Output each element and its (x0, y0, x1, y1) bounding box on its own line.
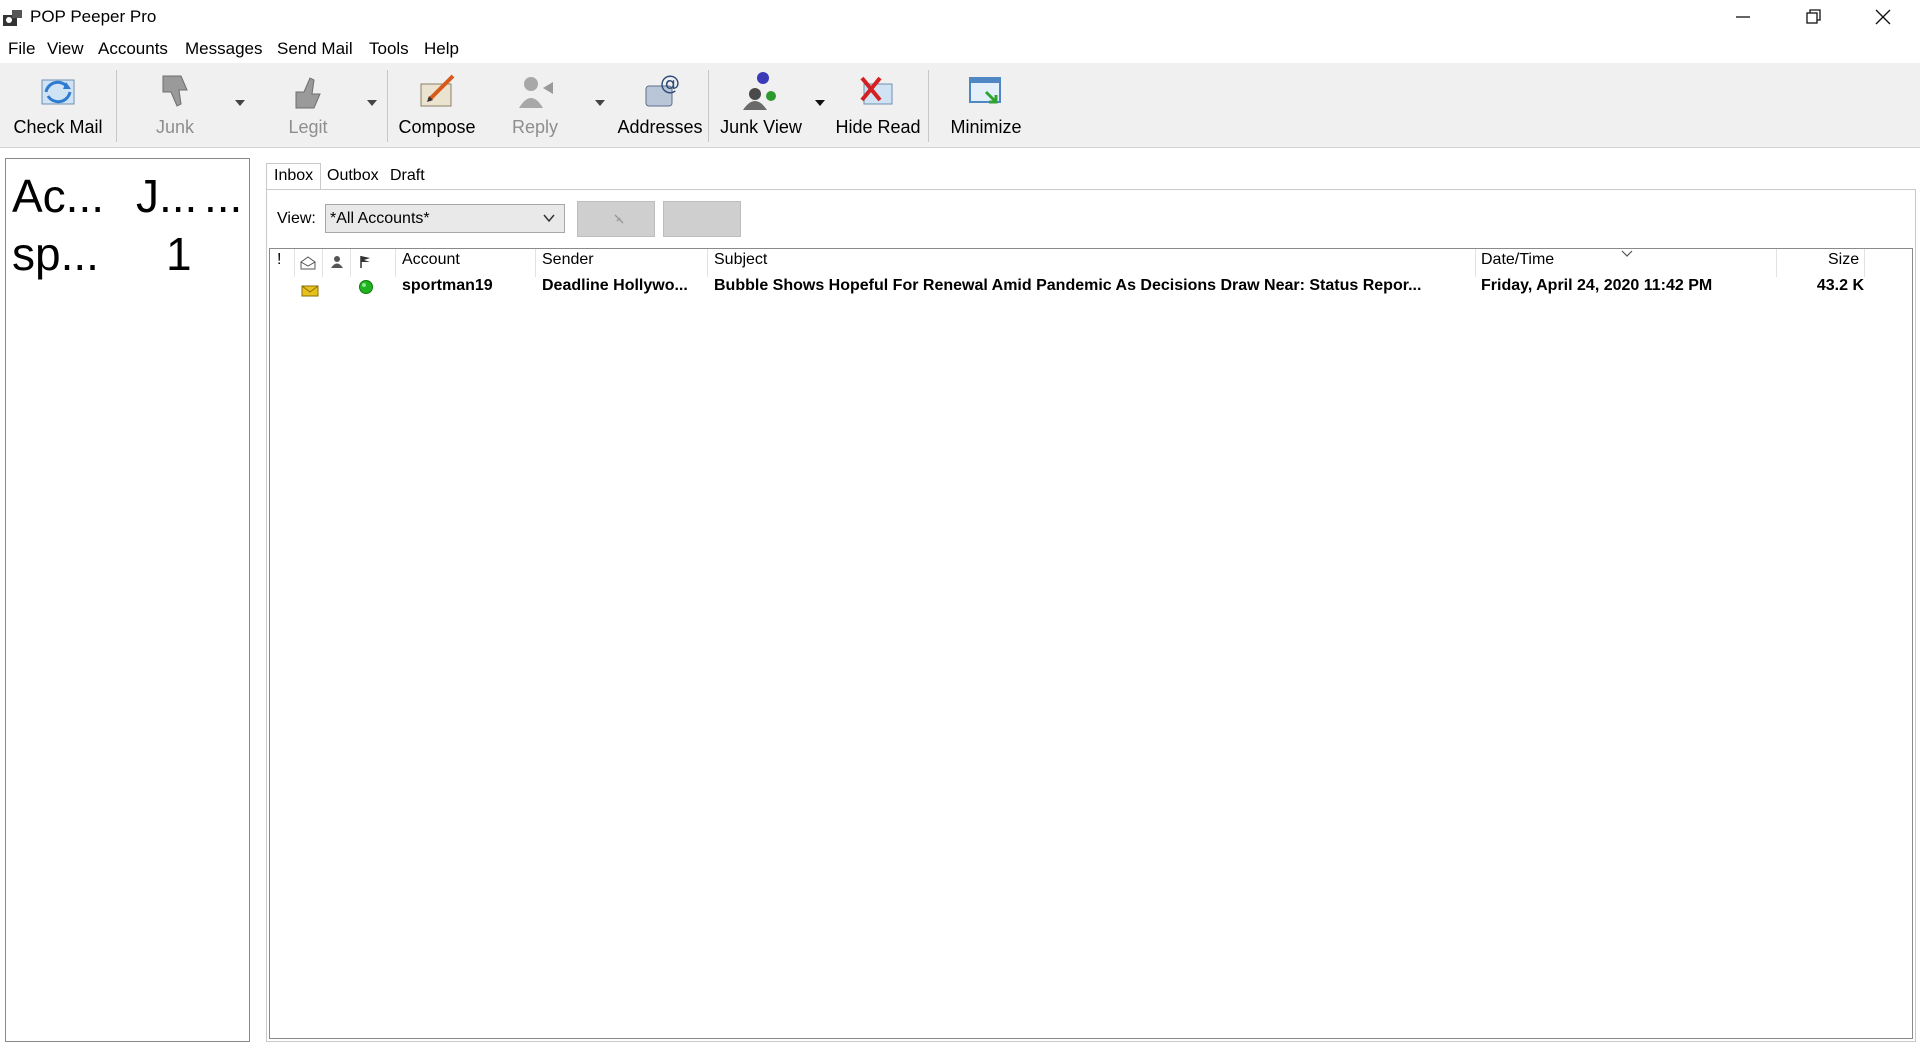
read-status-column-icon[interactable] (300, 256, 316, 270)
sort-descending-icon (1621, 250, 1633, 257)
menu-file[interactable]: File (8, 39, 35, 59)
toolbar-separator (387, 70, 388, 142)
menu-view[interactable]: View (47, 39, 84, 59)
view-account-select[interactable]: *All Accounts* (325, 204, 565, 233)
account-row-name[interactable]: sp... (12, 231, 99, 277)
window-title: POP Peeper Pro (30, 7, 157, 26)
column-divider (395, 249, 396, 277)
check-mail-label: Check Mail (13, 117, 103, 137)
hide-read-button[interactable]: Hide Read (834, 70, 922, 142)
column-divider (707, 249, 708, 277)
column-divider (1776, 249, 1777, 277)
sender-column-header[interactable]: Sender (542, 251, 594, 275)
column-divider (1864, 249, 1865, 277)
menu-bar: File View Accounts Messages Send Mail To… (0, 35, 1920, 63)
tab-inbox[interactable]: Inbox (266, 163, 322, 190)
column-divider (1475, 249, 1476, 277)
status-dot-icon (359, 280, 373, 294)
filter-button[interactable] (577, 201, 655, 237)
hide-read-icon (860, 76, 893, 105)
compose-label: Compose (398, 117, 476, 137)
restore-window-button[interactable] (1778, 0, 1848, 34)
reply-dropdown-arrow-icon[interactable] (593, 98, 607, 108)
check-mail-button[interactable]: Check Mail (10, 70, 106, 142)
legit-label: Legit (288, 117, 328, 137)
menu-messages[interactable]: Messages (185, 39, 262, 59)
column-divider (350, 249, 351, 277)
row-datetime: Friday, April 24, 2020 11:42 PM (1481, 277, 1713, 294)
accounts-pane: Ac... J... ... sp... 1 (5, 158, 250, 1042)
junk-view-icon (743, 72, 776, 110)
restore-icon (1806, 9, 1821, 24)
junk-label: Junk (155, 117, 195, 137)
legit-button[interactable]: Legit (280, 70, 336, 142)
minimize-button[interactable]: Minimize (946, 70, 1026, 142)
junk-view-button[interactable]: Junk View (718, 70, 804, 142)
close-window-button[interactable] (1848, 0, 1918, 34)
datetime-column-header[interactable]: Date/Time (1481, 251, 1554, 275)
check-mail-icon (41, 79, 75, 105)
message-panel: View: *All Accounts* ! Account Sender Su… (266, 189, 1916, 1042)
reply-icon (519, 77, 553, 108)
junk-column-header[interactable]: J... (136, 173, 197, 219)
app-icon (3, 10, 22, 26)
menu-tools[interactable]: Tools (369, 39, 409, 59)
hide-read-label: Hide Read (835, 117, 921, 137)
tab-draft[interactable]: Draft (382, 163, 433, 189)
close-icon (1875, 9, 1891, 25)
account-row-count: 1 (166, 228, 192, 280)
toolbar-separator (708, 70, 709, 142)
column-divider (294, 249, 295, 277)
row-account: sportman19 (402, 277, 493, 294)
menu-send-mail[interactable]: Send Mail (277, 39, 353, 59)
chevron-down-icon (543, 214, 555, 223)
toolbar-separator (928, 70, 929, 142)
minimize-label: Minimize (950, 117, 1022, 137)
size-column-header[interactable]: Size (1828, 251, 1859, 275)
tab-outbox[interactable]: Outbox (319, 163, 387, 189)
addresses-button[interactable]: @ Addresses (617, 70, 703, 142)
message-list: ! Account Sender Subject Date/Time Size … (269, 248, 1913, 1039)
flag-column-icon[interactable] (358, 255, 372, 269)
menu-help[interactable]: Help (424, 39, 459, 59)
junk-view-dropdown-arrow-icon[interactable] (813, 98, 827, 108)
title-bar: POP Peeper Pro (0, 0, 1920, 34)
minimize-icon (1736, 16, 1750, 18)
row-subject: Bubble Shows Hopeful For Renewal Amid Pa… (714, 277, 1422, 294)
unread-envelope-icon (301, 285, 319, 297)
address-book-icon: @ (645, 71, 680, 107)
column-divider (535, 249, 536, 277)
junk-dropdown-arrow-icon[interactable] (233, 98, 247, 108)
row-sender: Deadline Hollywo... (542, 277, 688, 294)
addresses-label: Addresses (617, 117, 703, 137)
view-label: View: (277, 210, 316, 227)
junk-button[interactable]: Junk (148, 70, 202, 142)
legit-dropdown-arrow-icon[interactable] (365, 98, 379, 108)
junk-view-label: Junk View (720, 117, 802, 137)
account-column-header[interactable]: Account (402, 251, 460, 275)
compose-button[interactable]: Compose (396, 70, 478, 142)
thumbs-up-icon (295, 77, 321, 109)
subject-column-header[interactable]: Subject (714, 251, 767, 275)
clear-button[interactable] (663, 201, 741, 237)
filter-icon (614, 214, 624, 224)
svg-text:@: @ (660, 71, 680, 95)
row-size: 43.2 K (1816, 277, 1864, 294)
contact-column-icon[interactable] (330, 255, 344, 269)
priority-column-header[interactable]: ! (277, 251, 281, 275)
toolbar-separator (116, 70, 117, 142)
thumbs-down-icon (162, 75, 188, 107)
reply-label: Reply (511, 117, 559, 137)
menu-accounts[interactable]: Accounts (98, 39, 168, 59)
minimize-window-button[interactable] (1708, 0, 1778, 34)
reply-button[interactable]: Reply (506, 70, 564, 142)
view-selected-value: *All Accounts* (330, 210, 430, 227)
accounts-column-header[interactable]: Ac... (12, 173, 104, 219)
compose-icon (420, 74, 455, 107)
minimize-to-tray-icon (969, 77, 1001, 104)
more-column-header[interactable]: ... (204, 173, 242, 219)
column-divider (322, 249, 323, 277)
